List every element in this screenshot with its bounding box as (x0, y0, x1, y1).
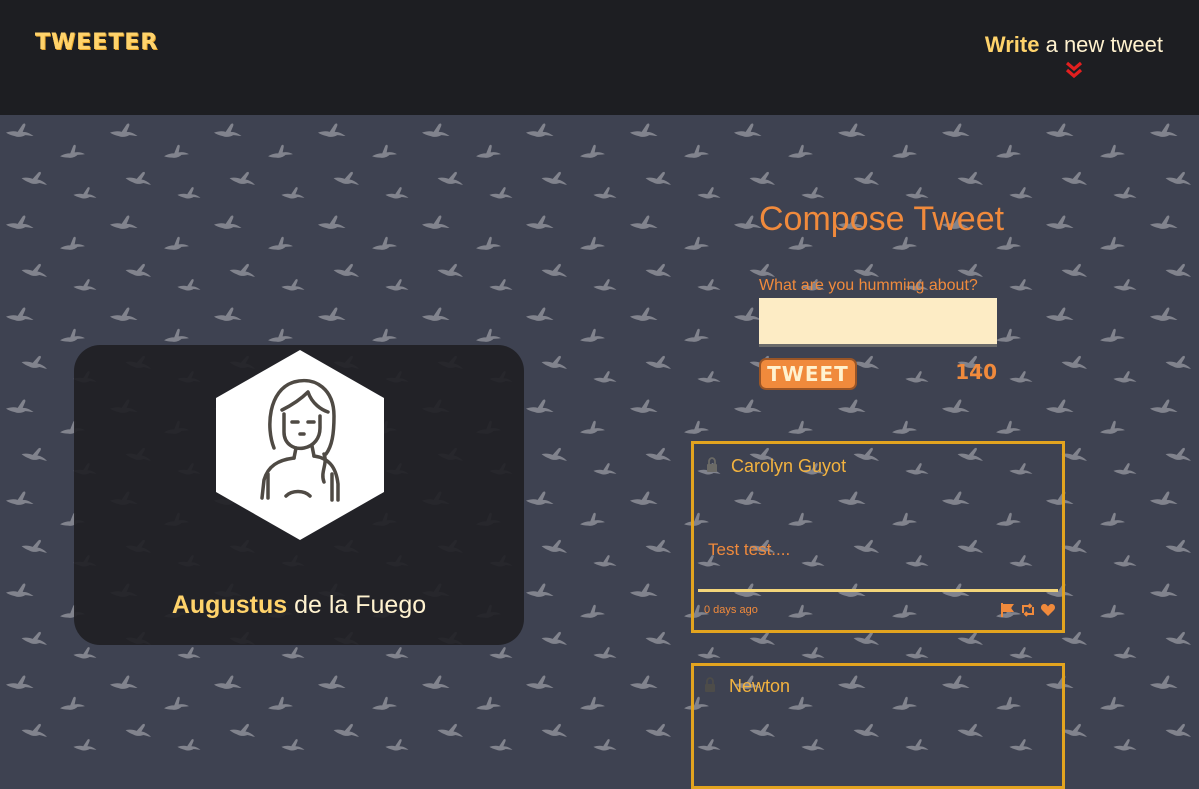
compose-tweet-section: Compose Tweet What are you humming about… (759, 200, 1005, 390)
compose-label: What are you humming about? (759, 277, 978, 294)
tweet-timestamp: 0 days ago (704, 604, 758, 616)
profile-card: Augustus de la Fuego (74, 345, 524, 645)
profile-name: Augustus de la Fuego (74, 591, 524, 620)
character-counter: 140 (955, 360, 997, 384)
compose-toggle-text: a new tweet (1045, 32, 1163, 57)
tweet-header: Carolyn Guyot (706, 456, 846, 477)
tweet-text-input[interactable] (759, 298, 997, 347)
user-avatar-icon (216, 350, 384, 540)
heart-icon[interactable] (1040, 602, 1056, 618)
tweet-author: Newton (729, 676, 791, 696)
top-nav: TWEETER Write a new tweet (0, 0, 1199, 115)
double-chevron-down-icon (1065, 61, 1082, 79)
profile-last-name: de la Fuego (294, 591, 427, 619)
tweet-divider (698, 589, 1058, 592)
compose-title: Compose Tweet (759, 200, 1005, 238)
tweet-card: Carolyn Guyot Test test.... 0 days ago (691, 441, 1065, 633)
lock-icon (707, 457, 717, 472)
profile-first-name: Augustus (171, 591, 288, 619)
tweet-author: Carolyn Guyot (731, 456, 847, 476)
lock-icon (705, 677, 715, 692)
tweet-submit-button[interactable]: TWEET (759, 358, 857, 390)
compose-toggle-strong: Write (984, 32, 1040, 57)
compose-toggle-button[interactable]: Write a new tweet (985, 32, 1163, 80)
tweet-text: Test test.... (708, 540, 791, 559)
brand-logo[interactable]: TWEETER (35, 30, 158, 55)
tweet-header: Newton (704, 676, 790, 697)
tweet-actions (1000, 602, 1056, 618)
retweet-icon[interactable] (1020, 602, 1036, 618)
flag-icon[interactable] (1000, 602, 1016, 618)
tweet-card: Newton (691, 663, 1065, 789)
